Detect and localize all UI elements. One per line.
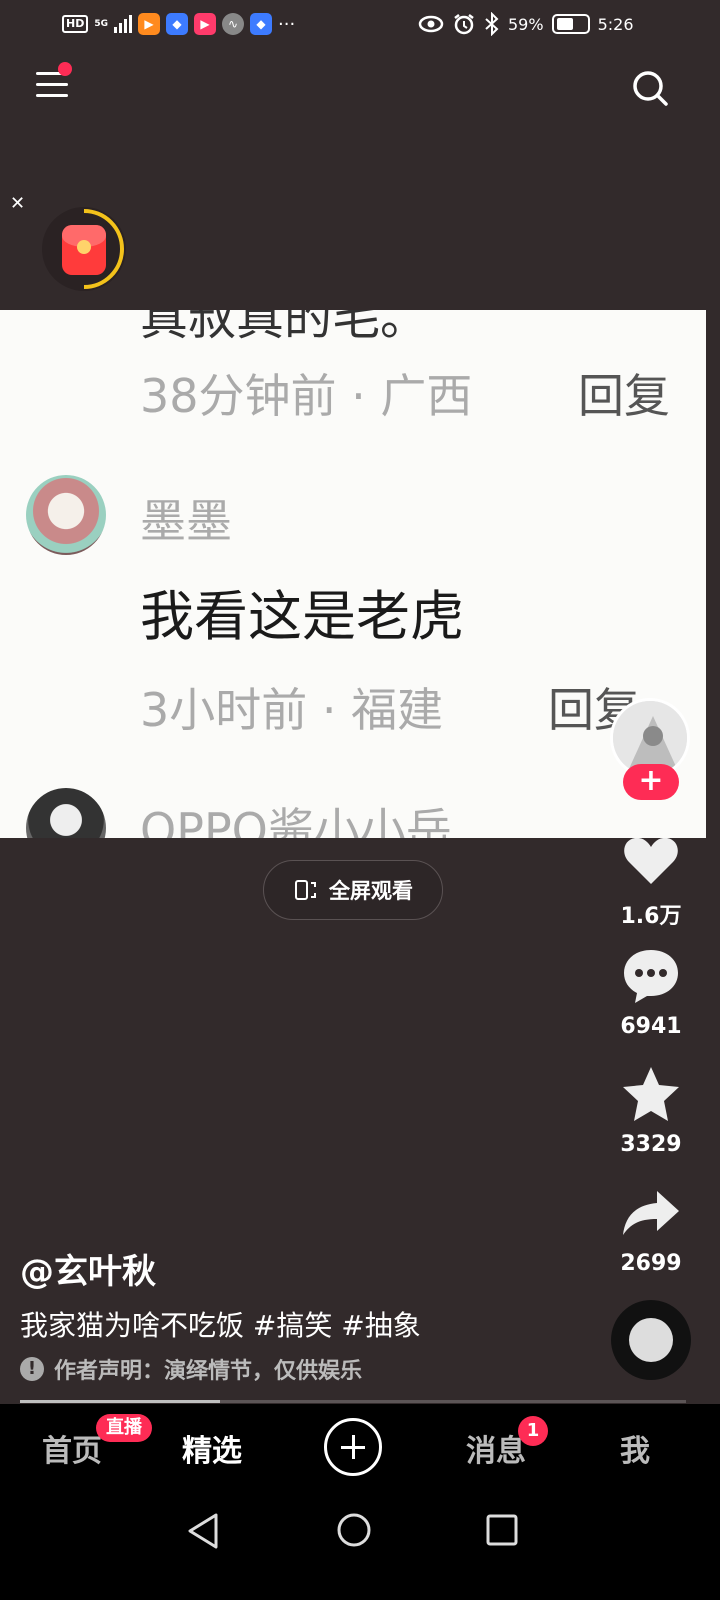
alarm-icon — [454, 14, 474, 35]
more-notifications-icon: ··· — [278, 13, 296, 35]
tab-home[interactable]: 首页 — [42, 1426, 102, 1470]
network-type: 5G — [94, 18, 108, 29]
create-button[interactable] — [324, 1418, 382, 1476]
comment-meta: 3小时前 · 福建 — [140, 683, 444, 737]
search-icon[interactable] — [630, 68, 670, 108]
back-icon[interactable] — [186, 1512, 220, 1550]
app-notification-icon: ▶ — [138, 13, 160, 35]
clock: 5:26 — [597, 14, 634, 34]
bluetooth-icon — [485, 12, 499, 36]
avatar[interactable] — [26, 475, 106, 555]
bottom-tab-bar: 首页 直播 精选 消息 1 我 — [0, 1404, 720, 1490]
eye-icon — [418, 15, 444, 33]
author-disclaimer: ! 作者声明：演绎情节，仅供娱乐 — [20, 1354, 362, 1384]
red-packet-icon — [62, 225, 106, 275]
comment-button[interactable]: 6941 — [610, 946, 692, 1039]
share-count: 2699 — [620, 1251, 682, 1276]
follow-button[interactable]: + — [623, 764, 679, 800]
video-app-icon: ▶ — [194, 13, 216, 35]
audio-icon: ∿ — [222, 13, 244, 35]
home-icon[interactable] — [336, 1512, 372, 1548]
video-comment-panel: 真叔真的毛。 38分钟前 · 广西 回复 墨墨 我看这是老虎 3小时前 · 福建… — [0, 310, 706, 838]
like-count: 1.6万 — [620, 904, 682, 929]
status-right-icons: 59% 5:26 — [418, 10, 634, 38]
share-icon — [623, 1191, 679, 1235]
star-icon — [623, 1067, 679, 1121]
tab-messages[interactable]: 消息 — [466, 1426, 526, 1470]
share-button[interactable]: 2699 — [610, 1183, 692, 1276]
rotate-screen-icon — [295, 880, 316, 900]
favorite-button[interactable]: 3329 — [610, 1064, 692, 1157]
close-redpack-icon[interactable]: ✕ — [10, 193, 25, 214]
signal-icon — [114, 15, 132, 33]
system-navigation-bar — [0, 1490, 720, 1600]
messages-badge: 1 — [518, 1416, 548, 1446]
disclaimer-text: 作者声明：演绎情节，仅供娱乐 — [54, 1359, 363, 1384]
comment-icon — [624, 950, 678, 1003]
info-icon: ! — [20, 1357, 44, 1381]
avatar[interactable] — [26, 788, 106, 838]
comment-meta: 38分钟前 · 广西 — [140, 369, 473, 423]
status-bar: HD 5G ▶ ◆ ▶ ∿ ◆ ··· 59% 5:26 — [0, 0, 720, 48]
app-notification-icon: ◆ — [250, 13, 272, 35]
video-progress-bar[interactable] — [20, 1400, 686, 1403]
favorite-count: 3329 — [620, 1132, 682, 1157]
status-left-icons: HD 5G ▶ ◆ ▶ ∿ ◆ ··· — [62, 12, 295, 36]
app-notification-icon: ◆ — [166, 13, 188, 35]
battery-percent: 59% — [508, 14, 544, 34]
reply-button[interactable]: 回复 — [578, 360, 670, 426]
battery-icon — [551, 14, 590, 34]
tab-featured[interactable]: 精选 — [182, 1426, 242, 1470]
tab-me[interactable]: 我 — [620, 1426, 650, 1470]
menu-notification-dot — [58, 62, 72, 76]
comment-username[interactable]: 墨墨 — [140, 485, 232, 551]
recents-icon[interactable] — [486, 1514, 518, 1546]
hd-icon: HD — [62, 15, 89, 33]
fullscreen-button[interactable]: 全屏观看 — [263, 860, 443, 920]
red-packet-widget[interactable] — [42, 207, 126, 291]
heart-icon — [624, 837, 678, 884]
comment-username[interactable]: OPPO酱小小岳 — [140, 794, 452, 838]
comment-text-partial: 真叔真的毛。 — [140, 310, 429, 346]
music-disc[interactable] — [611, 1300, 691, 1380]
fullscreen-label: 全屏观看 — [329, 879, 413, 903]
menu-button[interactable] — [36, 72, 68, 102]
comment-count: 6941 — [620, 1014, 682, 1039]
live-badge: 直播 — [96, 1414, 152, 1442]
like-button[interactable]: 1.6万 — [610, 830, 692, 930]
video-description[interactable]: 我家猫为啥不吃饭 #搞笑 #抽象 — [20, 1304, 421, 1344]
author-name[interactable]: @玄叶秋 — [20, 1244, 156, 1293]
comment-text: 我看这是老虎 — [140, 585, 464, 648]
